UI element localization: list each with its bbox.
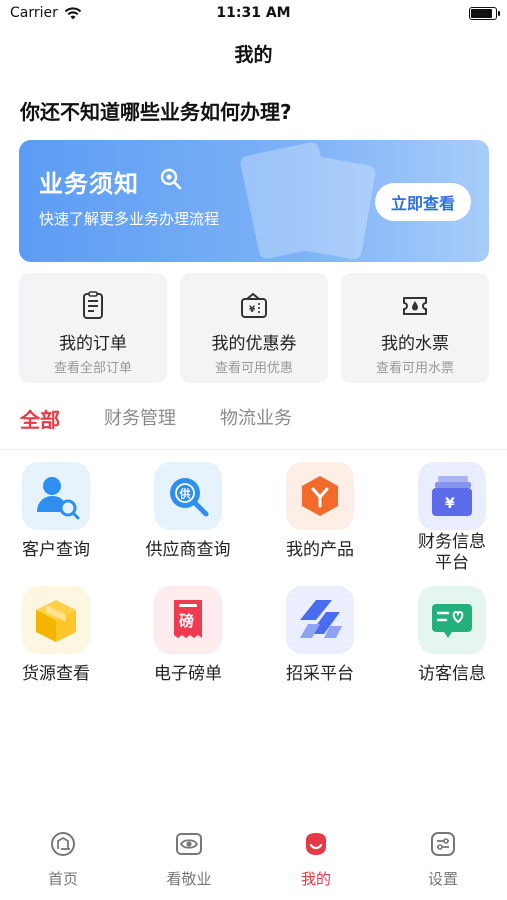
bottom-tab-bar: 首页 看敬业 我的 设置	[0, 822, 507, 900]
status-bar: Carrier 11:31 AM	[0, 0, 507, 28]
tabbar-mine[interactable]: 我的	[253, 830, 379, 889]
coupon-icon: ¥	[241, 292, 267, 318]
card-title: 我的水票	[381, 334, 449, 354]
card-title: 我的订单	[59, 334, 127, 354]
svg-text:¥: ¥	[445, 496, 455, 512]
category-tabs: 全部 财务管理 物流业务	[20, 404, 336, 440]
page-title: 我的	[234, 44, 273, 66]
service-label: 访客信息	[418, 664, 486, 684]
eye-icon	[176, 833, 202, 855]
service-label: 客户查询	[22, 540, 90, 560]
business-guide-banner[interactable]: 业务须知 快速了解更多业务办理流程 立即查看	[19, 140, 489, 262]
weigh-bill-icon: 磅	[154, 586, 222, 654]
svg-text:磅: 磅	[179, 612, 194, 630]
service-weigh-bill[interactable]: 磅 电子磅单	[125, 586, 251, 685]
order-icon	[83, 291, 103, 319]
tab-finance[interactable]: 财务管理	[104, 404, 176, 440]
settings-icon	[431, 832, 455, 856]
procurement-icon	[286, 586, 354, 654]
service-cargo-view[interactable]: 货源查看	[0, 586, 119, 685]
water-ticket-icon	[403, 297, 427, 315]
service-label: 我的产品	[286, 540, 354, 560]
service-label: 货源查看	[22, 664, 90, 684]
service-finance-platform[interactable]: ¥ 财务信息平台	[389, 462, 507, 574]
battery-icon	[469, 7, 500, 20]
service-label: 供应商查询	[145, 540, 231, 560]
service-label: 招采平台	[286, 664, 354, 684]
product-icon	[286, 462, 354, 530]
finance-icon: ¥	[418, 462, 486, 530]
tabbar-label: 设置	[427, 870, 458, 888]
card-title: 我的优惠券	[211, 334, 297, 354]
card-subtitle: 查看全部订单	[53, 361, 132, 376]
banner-subtitle: 快速了解更多业务办理流程	[39, 210, 220, 228]
service-visitor-info[interactable]: 访客信息	[389, 586, 507, 685]
supplier-search-icon: 供	[154, 462, 222, 530]
visitor-icon	[418, 586, 486, 654]
tab-all[interactable]: 全部	[20, 404, 60, 440]
tabbar-watch[interactable]: 看敬业	[126, 830, 252, 889]
service-my-products[interactable]: 我的产品	[257, 462, 383, 561]
status-time: 11:31 AM	[216, 5, 291, 21]
tabbar-label: 我的	[300, 870, 331, 888]
search-icon	[160, 168, 182, 190]
svg-text:供: 供	[179, 487, 191, 501]
service-label: 电子磅单	[154, 664, 222, 684]
card-subtitle: 查看可用水票	[375, 361, 454, 376]
home-icon	[51, 832, 75, 856]
banner-title: 业务须知	[39, 170, 139, 198]
service-procurement[interactable]: 招采平台	[257, 586, 383, 685]
view-now-button[interactable]: 立即查看	[375, 183, 471, 221]
divider	[0, 449, 507, 450]
my-coupons-card[interactable]: ¥ 我的优惠券 查看可用优惠	[180, 273, 328, 383]
tabbar-settings[interactable]: 设置	[380, 830, 506, 889]
section-heading: 你还不知道哪些业务如何办理?	[20, 100, 292, 124]
tabbar-home[interactable]: 首页	[0, 830, 126, 889]
service-label: 财务信息平台	[418, 532, 486, 573]
cargo-box-icon	[22, 586, 90, 654]
customer-search-icon	[22, 462, 90, 530]
svg-text:¥: ¥	[249, 305, 256, 315]
tab-logistics[interactable]: 物流业务	[220, 404, 292, 440]
service-supplier-query[interactable]: 供 供应商查询	[125, 462, 251, 561]
tabbar-label: 看敬业	[166, 870, 212, 888]
quick-cards: 我的订单 查看全部订单 ¥ 我的优惠券 查看可用优惠 我的水票 查看可用水票	[19, 273, 489, 383]
my-orders-card[interactable]: 我的订单 查看全部订单	[19, 273, 167, 383]
card-subtitle: 查看可用优惠	[214, 361, 293, 376]
my-water-tickets-card[interactable]: 我的水票 查看可用水票	[341, 273, 489, 383]
clipboard-illustration-icon	[240, 142, 376, 260]
profile-icon	[306, 833, 326, 855]
tabbar-label: 首页	[47, 870, 78, 888]
service-customer-query[interactable]: 客户查询	[0, 462, 119, 561]
